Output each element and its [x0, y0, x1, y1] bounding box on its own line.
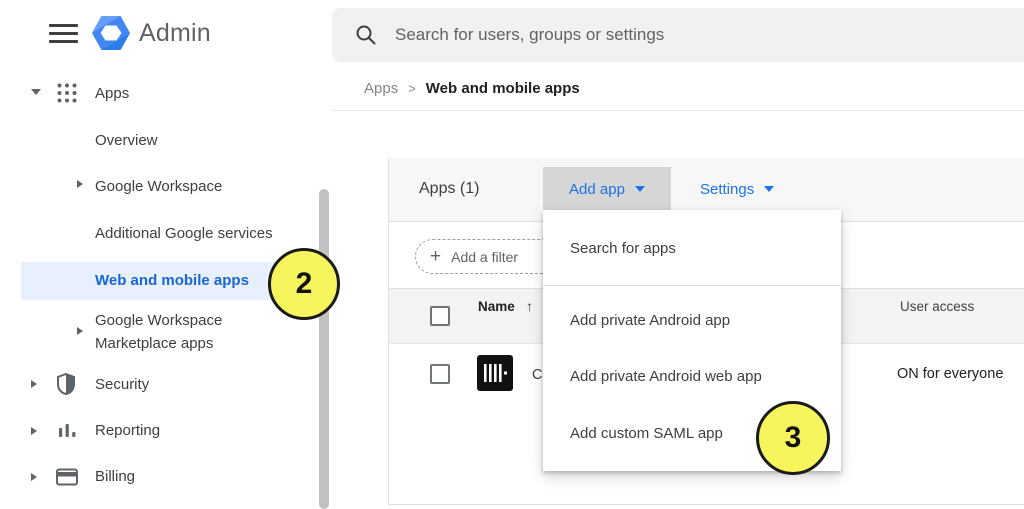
- column-header-user-access[interactable]: User access: [900, 299, 974, 314]
- security-caret-icon[interactable]: [31, 380, 37, 388]
- sidebar-item-additional-google-services[interactable]: Additional Google services: [95, 225, 273, 242]
- apps-expand-caret-icon[interactable]: [31, 89, 41, 95]
- billing-caret-icon[interactable]: [31, 473, 37, 481]
- settings-button[interactable]: Settings: [700, 167, 774, 211]
- admin-hexagon-icon: [91, 13, 131, 53]
- sidebar-item-billing[interactable]: Billing: [95, 468, 135, 485]
- admin-console: Admin Apps > Web and mobile apps Apps Ov…: [0, 0, 1024, 509]
- menu-item-add-custom-saml-app[interactable]: Add custom SAML app: [570, 425, 723, 447]
- table-row-divider: [389, 504, 1024, 505]
- breadcrumb: Apps > Web and mobile apps: [364, 80, 580, 97]
- sidebar-item-marketplace-apps[interactable]: Google Workspace Marketplace apps: [95, 309, 265, 355]
- google-workspace-caret-icon[interactable]: [77, 180, 83, 188]
- product-title: Admin: [139, 19, 211, 48]
- sidebar-item-web-and-mobile-apps-label[interactable]: Web and mobile apps: [95, 262, 249, 300]
- breadcrumb-current: Web and mobile apps: [426, 80, 580, 97]
- callout-step-2: 2: [268, 248, 340, 320]
- app-name-cell[interactable]: C: [532, 367, 542, 383]
- google-admin-logo[interactable]: Admin: [91, 13, 271, 53]
- bar-chart-icon: [58, 421, 77, 440]
- sidebar-item-google-workspace[interactable]: Google Workspace: [95, 178, 222, 195]
- sidebar-item-reporting[interactable]: Reporting: [95, 422, 160, 439]
- search-input[interactable]: [395, 25, 1024, 45]
- reporting-caret-icon[interactable]: [31, 427, 37, 435]
- menu-divider: [543, 285, 841, 286]
- menu-item-add-private-android-app[interactable]: Add private Android app: [570, 312, 730, 334]
- settings-caret-icon: [764, 186, 774, 192]
- search-icon: [355, 24, 377, 46]
- sort-ascending-icon[interactable]: ↑: [526, 298, 533, 314]
- shield-icon: [56, 373, 76, 395]
- sidebar-item-apps[interactable]: Apps: [95, 85, 129, 102]
- apps-grid-icon: [56, 82, 78, 104]
- add-app-caret-icon: [635, 186, 645, 192]
- credit-card-icon: [56, 468, 78, 486]
- sidebar-scrollbar[interactable]: [319, 189, 329, 509]
- plus-icon: +: [430, 246, 441, 268]
- app-logo-icon: [477, 355, 513, 391]
- breadcrumb-separator: >: [408, 81, 416, 96]
- column-header-name[interactable]: Name: [478, 299, 515, 314]
- breadcrumb-apps-link[interactable]: Apps: [364, 80, 398, 97]
- menu-item-add-private-android-web-app[interactable]: Add private Android web app: [570, 368, 762, 390]
- add-app-button[interactable]: Add app: [543, 167, 671, 211]
- sidebar-item-security[interactable]: Security: [95, 376, 149, 393]
- sidebar-item-overview[interactable]: Overview: [95, 132, 158, 149]
- apps-count-title: Apps (1): [419, 180, 479, 198]
- header-divider: [332, 110, 1024, 111]
- menu-hamburger-icon[interactable]: [49, 24, 78, 44]
- select-all-checkbox[interactable]: [430, 306, 450, 326]
- callout-step-3: 3: [756, 401, 830, 475]
- marketplace-apps-caret-icon[interactable]: [77, 327, 83, 335]
- menu-item-search-for-apps[interactable]: Search for apps: [570, 240, 676, 262]
- row-checkbox[interactable]: [430, 364, 450, 384]
- global-search-bar[interactable]: [332, 8, 1024, 62]
- user-access-cell: ON for everyone: [897, 366, 1003, 382]
